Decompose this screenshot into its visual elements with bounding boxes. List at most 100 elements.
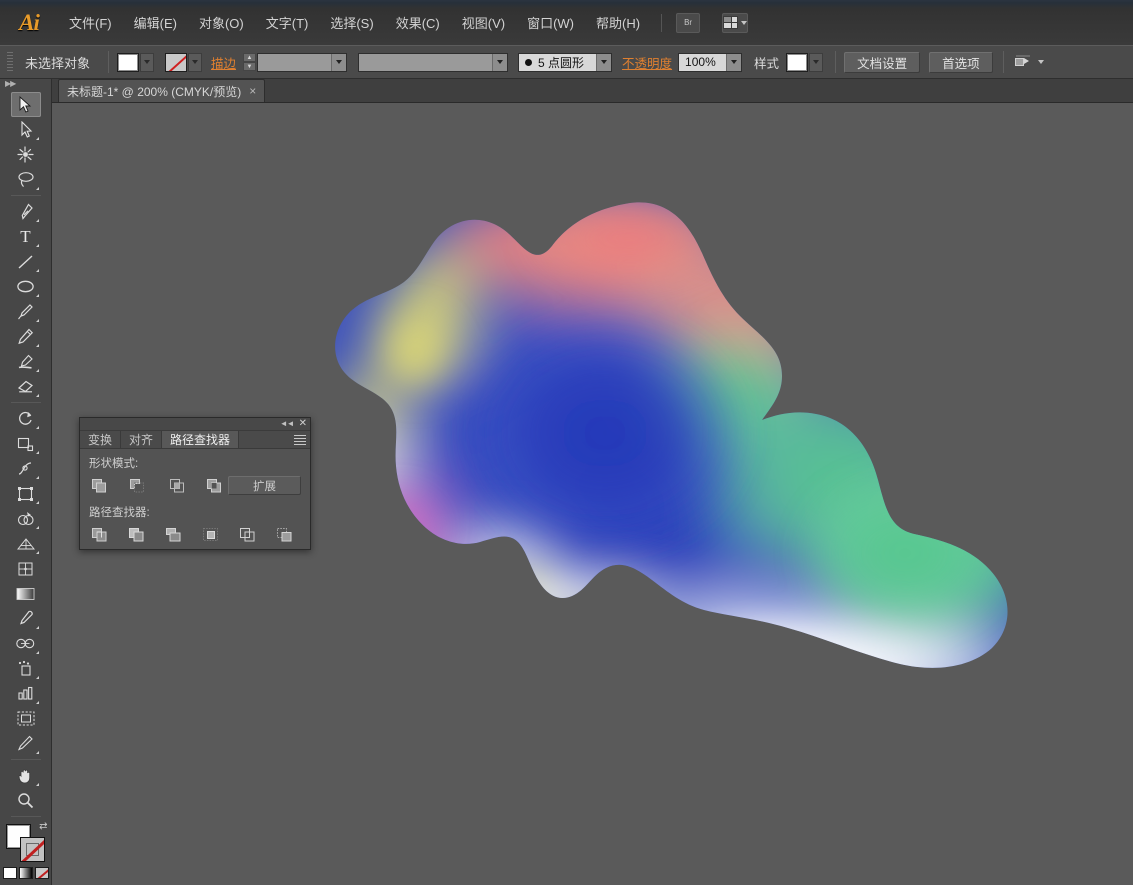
stroke-weight-dropdown-icon[interactable] xyxy=(331,53,347,71)
perspective-grid-tool[interactable] xyxy=(11,531,41,556)
brush-select[interactable]: 5 点圆形 xyxy=(518,52,613,72)
ellipse-tool[interactable] xyxy=(11,274,41,299)
menu-items: 文件(F) 编辑(E) 对象(O) 文字(T) 选择(S) 效果(C) 视图(V… xyxy=(58,0,651,45)
fill-dropdown-button[interactable] xyxy=(140,52,155,72)
style-control[interactable] xyxy=(786,52,824,72)
pen-tool[interactable] xyxy=(11,199,41,224)
hand-tool[interactable] xyxy=(11,763,41,788)
tool-flyout-triangle xyxy=(35,269,39,272)
menu-type[interactable]: 文字(T) xyxy=(255,9,320,36)
opacity-label[interactable]: 不透明度 xyxy=(622,53,672,72)
align-to-icon[interactable] xyxy=(1012,52,1034,72)
control-bar-grip[interactable] xyxy=(5,52,15,72)
gradient-tool[interactable] xyxy=(11,581,41,606)
merge-button[interactable] xyxy=(163,525,184,544)
menu-divider xyxy=(661,13,663,32)
rotate-tool[interactable] xyxy=(11,406,41,431)
fill-swatch[interactable] xyxy=(117,52,140,72)
stroke-weight-label[interactable]: 描边 xyxy=(211,53,236,72)
exclude-button[interactable] xyxy=(204,476,225,495)
panel-title-bar[interactable]: ◄◄ ✕ xyxy=(80,418,310,431)
paintbrush-tool[interactable] xyxy=(11,299,41,324)
zoom-tool[interactable] xyxy=(11,788,41,813)
symbol-sprayer-tool[interactable] xyxy=(11,656,41,681)
tab-transform[interactable]: 变换 xyxy=(80,430,122,448)
collapse-icon[interactable]: ◄◄ xyxy=(280,419,295,428)
tab-align[interactable]: 对齐 xyxy=(121,430,163,448)
bridge-button[interactable]: Br xyxy=(676,12,701,33)
menu-window[interactable]: 窗口(W) xyxy=(516,9,585,36)
brush-dropdown-icon[interactable] xyxy=(596,53,612,71)
eyedropper-tool[interactable] xyxy=(11,606,41,631)
column-graph-tool[interactable] xyxy=(11,681,41,706)
minus-front-button[interactable] xyxy=(127,476,148,495)
document-canvas[interactable]: ◄◄ ✕ 变换 对齐 路径查找器 形状模式: 扩展 路径查找器: xyxy=(52,103,1133,885)
mesh-tool[interactable] xyxy=(11,556,41,581)
close-icon[interactable]: ✕ xyxy=(299,418,307,429)
intersect-button[interactable] xyxy=(167,476,188,495)
minus-back-button[interactable] xyxy=(274,525,295,544)
selection-tool[interactable] xyxy=(10,92,41,117)
fill-control[interactable] xyxy=(117,52,155,72)
unite-button[interactable] xyxy=(89,476,110,495)
menu-view[interactable]: 视图(V) xyxy=(451,9,516,36)
eraser-tool[interactable] xyxy=(11,374,41,399)
chevron-down-icon[interactable] xyxy=(1037,60,1044,64)
expand-button[interactable]: 扩展 xyxy=(228,476,301,495)
type-tool[interactable]: T xyxy=(11,224,41,249)
opacity-input[interactable]: 100% xyxy=(678,52,743,72)
document-tab-title: 未标题-1* @ 200% (CMYK/预览) xyxy=(67,84,242,99)
menu-edit[interactable]: 编辑(E) xyxy=(123,9,188,36)
slice-tool[interactable] xyxy=(11,731,41,756)
close-icon[interactable]: × xyxy=(249,85,256,97)
stepper-up-icon[interactable]: ▲ xyxy=(243,53,257,62)
color-button[interactable] xyxy=(2,867,17,879)
menu-object[interactable]: 对象(O) xyxy=(188,9,255,36)
style-dropdown-button[interactable] xyxy=(809,52,824,72)
stroke-dropdown-button[interactable] xyxy=(188,52,203,72)
pencil-tool[interactable] xyxy=(11,324,41,349)
line-segment-tool[interactable] xyxy=(11,249,41,274)
artboard-tool[interactable] xyxy=(11,706,41,731)
shape-builder-tool[interactable] xyxy=(11,506,41,531)
menu-file[interactable]: 文件(F) xyxy=(58,9,123,36)
stepper-down-icon[interactable]: ▼ xyxy=(243,62,257,71)
direct-selection-tool[interactable] xyxy=(11,117,41,142)
blob-brush-tool[interactable] xyxy=(11,349,41,374)
tools-panel-collapse[interactable]: ▶▶ xyxy=(0,79,51,88)
magic-wand-tool[interactable] xyxy=(11,142,41,167)
stroke-color-swatch-none[interactable] xyxy=(19,837,45,862)
tab-pathfinder[interactable]: 路径查找器 xyxy=(162,430,240,448)
none-button[interactable] xyxy=(34,867,49,879)
stroke-profile-select[interactable] xyxy=(358,52,509,72)
gradient-button[interactable] xyxy=(18,867,33,879)
fill-stroke-controls[interactable]: ⇄ xyxy=(5,821,48,864)
panel-menu-icon[interactable] xyxy=(294,434,306,445)
menu-effect[interactable]: 效果(C) xyxy=(385,9,451,36)
divide-button[interactable] xyxy=(89,525,110,544)
lasso-tool[interactable] xyxy=(11,167,41,192)
trim-button[interactable] xyxy=(126,525,147,544)
free-transform-tool[interactable] xyxy=(11,481,41,506)
crop-button[interactable] xyxy=(200,525,221,544)
pathfinder-panel[interactable]: ◄◄ ✕ 变换 对齐 路径查找器 形状模式: 扩展 路径查找器: xyxy=(79,417,311,550)
swap-fill-stroke-icon[interactable]: ⇄ xyxy=(39,821,47,832)
preferences-button[interactable]: 首选项 xyxy=(929,51,993,73)
style-swatch[interactable] xyxy=(786,52,809,72)
scale-tool[interactable] xyxy=(11,431,41,456)
outline-button[interactable] xyxy=(237,525,258,544)
document-setup-button[interactable]: 文档设置 xyxy=(844,51,921,73)
arrange-documents-icon[interactable] xyxy=(722,12,749,33)
menu-select[interactable]: 选择(S) xyxy=(319,9,384,36)
document-tab[interactable]: 未标题-1* @ 200% (CMYK/预览) × xyxy=(58,79,266,102)
stroke-swatch-none[interactable] xyxy=(165,52,188,72)
stroke-weight-input[interactable] xyxy=(257,52,348,72)
opacity-dropdown-icon[interactable] xyxy=(726,53,742,71)
stroke-profile-dropdown-icon[interactable] xyxy=(492,53,508,71)
width-tool[interactable] xyxy=(11,456,41,481)
blend-tool[interactable] xyxy=(11,631,41,656)
gradient-mesh-blob[interactable] xyxy=(330,198,1020,678)
stroke-weight-stepper[interactable]: ▲ ▼ xyxy=(243,53,257,71)
menu-help[interactable]: 帮助(H) xyxy=(585,9,651,36)
stroke-control[interactable] xyxy=(165,52,203,72)
